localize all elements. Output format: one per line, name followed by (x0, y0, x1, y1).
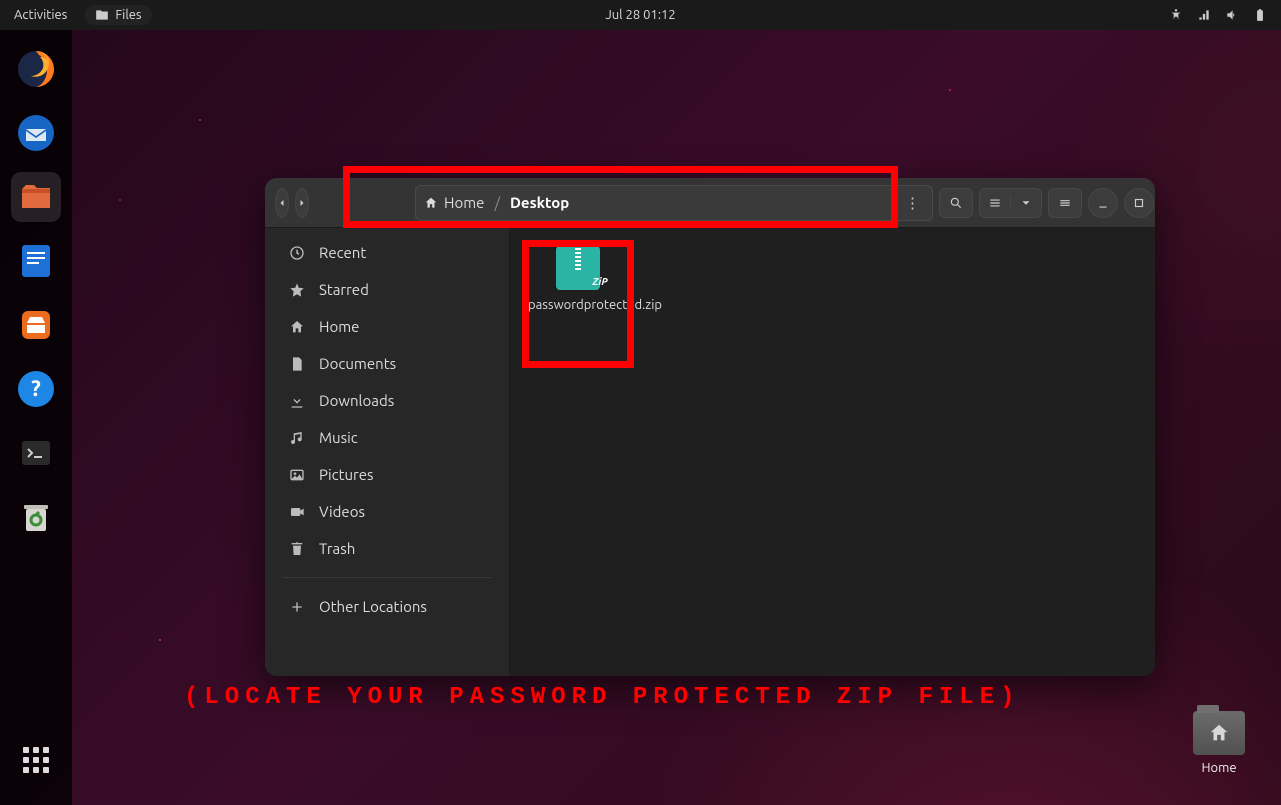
files-main-pane: Home / Desktop ⋮ (510, 178, 1155, 676)
dock-item-software[interactable] (11, 300, 61, 350)
breadcrumb-label: Desktop (510, 194, 569, 211)
sidebar-item-home[interactable]: Home (265, 308, 509, 345)
trash-icon (289, 541, 305, 557)
nav-back-button[interactable] (275, 188, 289, 218)
path-bar-menu-button[interactable]: ⋮ (901, 194, 924, 212)
home-icon (424, 196, 438, 210)
sidebar-item-label: Trash (319, 540, 355, 557)
document-icon (289, 356, 305, 372)
video-icon (289, 504, 305, 520)
chevron-right-icon (296, 197, 308, 209)
sidebar-item-label: Videos (319, 503, 365, 520)
maximize-icon (1132, 196, 1146, 210)
dock-item-firefox[interactable] (11, 44, 61, 94)
show-applications-button[interactable] (11, 735, 61, 785)
volume-icon[interactable] (1225, 8, 1239, 22)
home-icon (1208, 722, 1230, 744)
files-header-bar: Home / Desktop ⋮ (265, 178, 1155, 228)
dock-item-trash[interactable] (11, 492, 61, 542)
breadcrumb-desktop[interactable]: Desktop (510, 194, 569, 211)
dock-item-thunderbird[interactable] (11, 108, 61, 158)
sidebar-item-documents[interactable]: Documents (265, 345, 509, 382)
folder-icon (95, 8, 109, 22)
path-bar[interactable]: Home / Desktop ⋮ (415, 185, 933, 221)
sidebar-item-label: Starred (319, 281, 369, 298)
window-minimize-button[interactable] (1088, 188, 1118, 218)
breadcrumb-home[interactable]: Home (424, 194, 484, 211)
home-icon (289, 319, 305, 335)
sidebar-item-label: Recent (319, 244, 366, 261)
sidebar-item-label: Pictures (319, 466, 374, 483)
sidebar-item-starred[interactable]: Starred (265, 271, 509, 308)
sidebar-item-label: Home (319, 318, 359, 335)
sidebar-item-label: Downloads (319, 392, 394, 409)
image-icon (289, 467, 305, 483)
sidebar-item-pictures[interactable]: Pictures (265, 456, 509, 493)
files-window: Recent Starred Home Documents Downloads … (265, 178, 1155, 676)
battery-icon[interactable] (1253, 8, 1267, 22)
topbar-app-label: Files (115, 8, 141, 22)
file-item-label: passwordprotected.zip (528, 298, 628, 314)
list-view-button[interactable] (980, 196, 1011, 210)
sidebar-item-other-locations[interactable]: Other Locations (265, 588, 509, 625)
sidebar-item-trash[interactable]: Trash (265, 530, 509, 567)
dock-item-files[interactable] (11, 172, 61, 222)
download-icon (289, 393, 305, 409)
nav-forward-button[interactable] (295, 188, 309, 218)
sidebar-item-music[interactable]: Music (265, 419, 509, 456)
dock-item-help[interactable]: ? (11, 364, 61, 414)
sidebar-item-videos[interactable]: Videos (265, 493, 509, 530)
view-dropdown-button[interactable] (1011, 196, 1041, 210)
svg-text:?: ? (31, 376, 41, 401)
accessibility-icon[interactable] (1169, 8, 1183, 22)
desktop-icon-home[interactable]: Home (1187, 711, 1251, 775)
apps-grid-icon (23, 747, 49, 773)
hamburger-menu-button[interactable] (1048, 188, 1082, 218)
clock[interactable]: Jul 28 01:12 (605, 8, 675, 22)
search-icon (949, 196, 963, 210)
file-item-zip[interactable]: passwordprotected.zip (528, 246, 628, 314)
topbar-current-app[interactable]: Files (85, 5, 151, 25)
chevron-down-icon (1019, 196, 1033, 210)
sidebar-item-downloads[interactable]: Downloads (265, 382, 509, 419)
sidebar-item-label: Other Locations (319, 598, 427, 615)
network-icon[interactable] (1197, 8, 1211, 22)
clock-icon (289, 245, 305, 261)
sidebar-item-label: Music (319, 429, 358, 446)
top-bar: Activities Files Jul 28 01:12 (0, 0, 1281, 30)
folder-icon (1193, 711, 1245, 755)
dock: ? (0, 30, 72, 805)
plus-icon (289, 599, 305, 615)
desktop-icon-label: Home (1187, 761, 1251, 775)
dock-item-terminal[interactable] (11, 428, 61, 478)
sidebar-divider (283, 577, 491, 578)
breadcrumb-separator: / (494, 194, 500, 211)
view-mode-toggle[interactable] (979, 188, 1042, 218)
music-icon (289, 430, 305, 446)
chevron-left-icon (276, 197, 288, 209)
menu-icon (1058, 196, 1072, 210)
star-icon (289, 282, 305, 298)
search-button[interactable] (939, 188, 973, 218)
sidebar-item-recent[interactable]: Recent (265, 234, 509, 271)
breadcrumb-label: Home (444, 194, 484, 211)
window-maximize-button[interactable] (1124, 188, 1154, 218)
zip-archive-icon (556, 246, 600, 290)
minimize-icon (1096, 196, 1110, 210)
files-sidebar: Recent Starred Home Documents Downloads … (265, 178, 510, 676)
dock-item-writer[interactable] (11, 236, 61, 286)
files-content-area[interactable]: passwordprotected.zip (510, 228, 1155, 676)
activities-button[interactable]: Activities (14, 8, 67, 22)
sidebar-item-label: Documents (319, 355, 396, 372)
list-icon (988, 196, 1002, 210)
